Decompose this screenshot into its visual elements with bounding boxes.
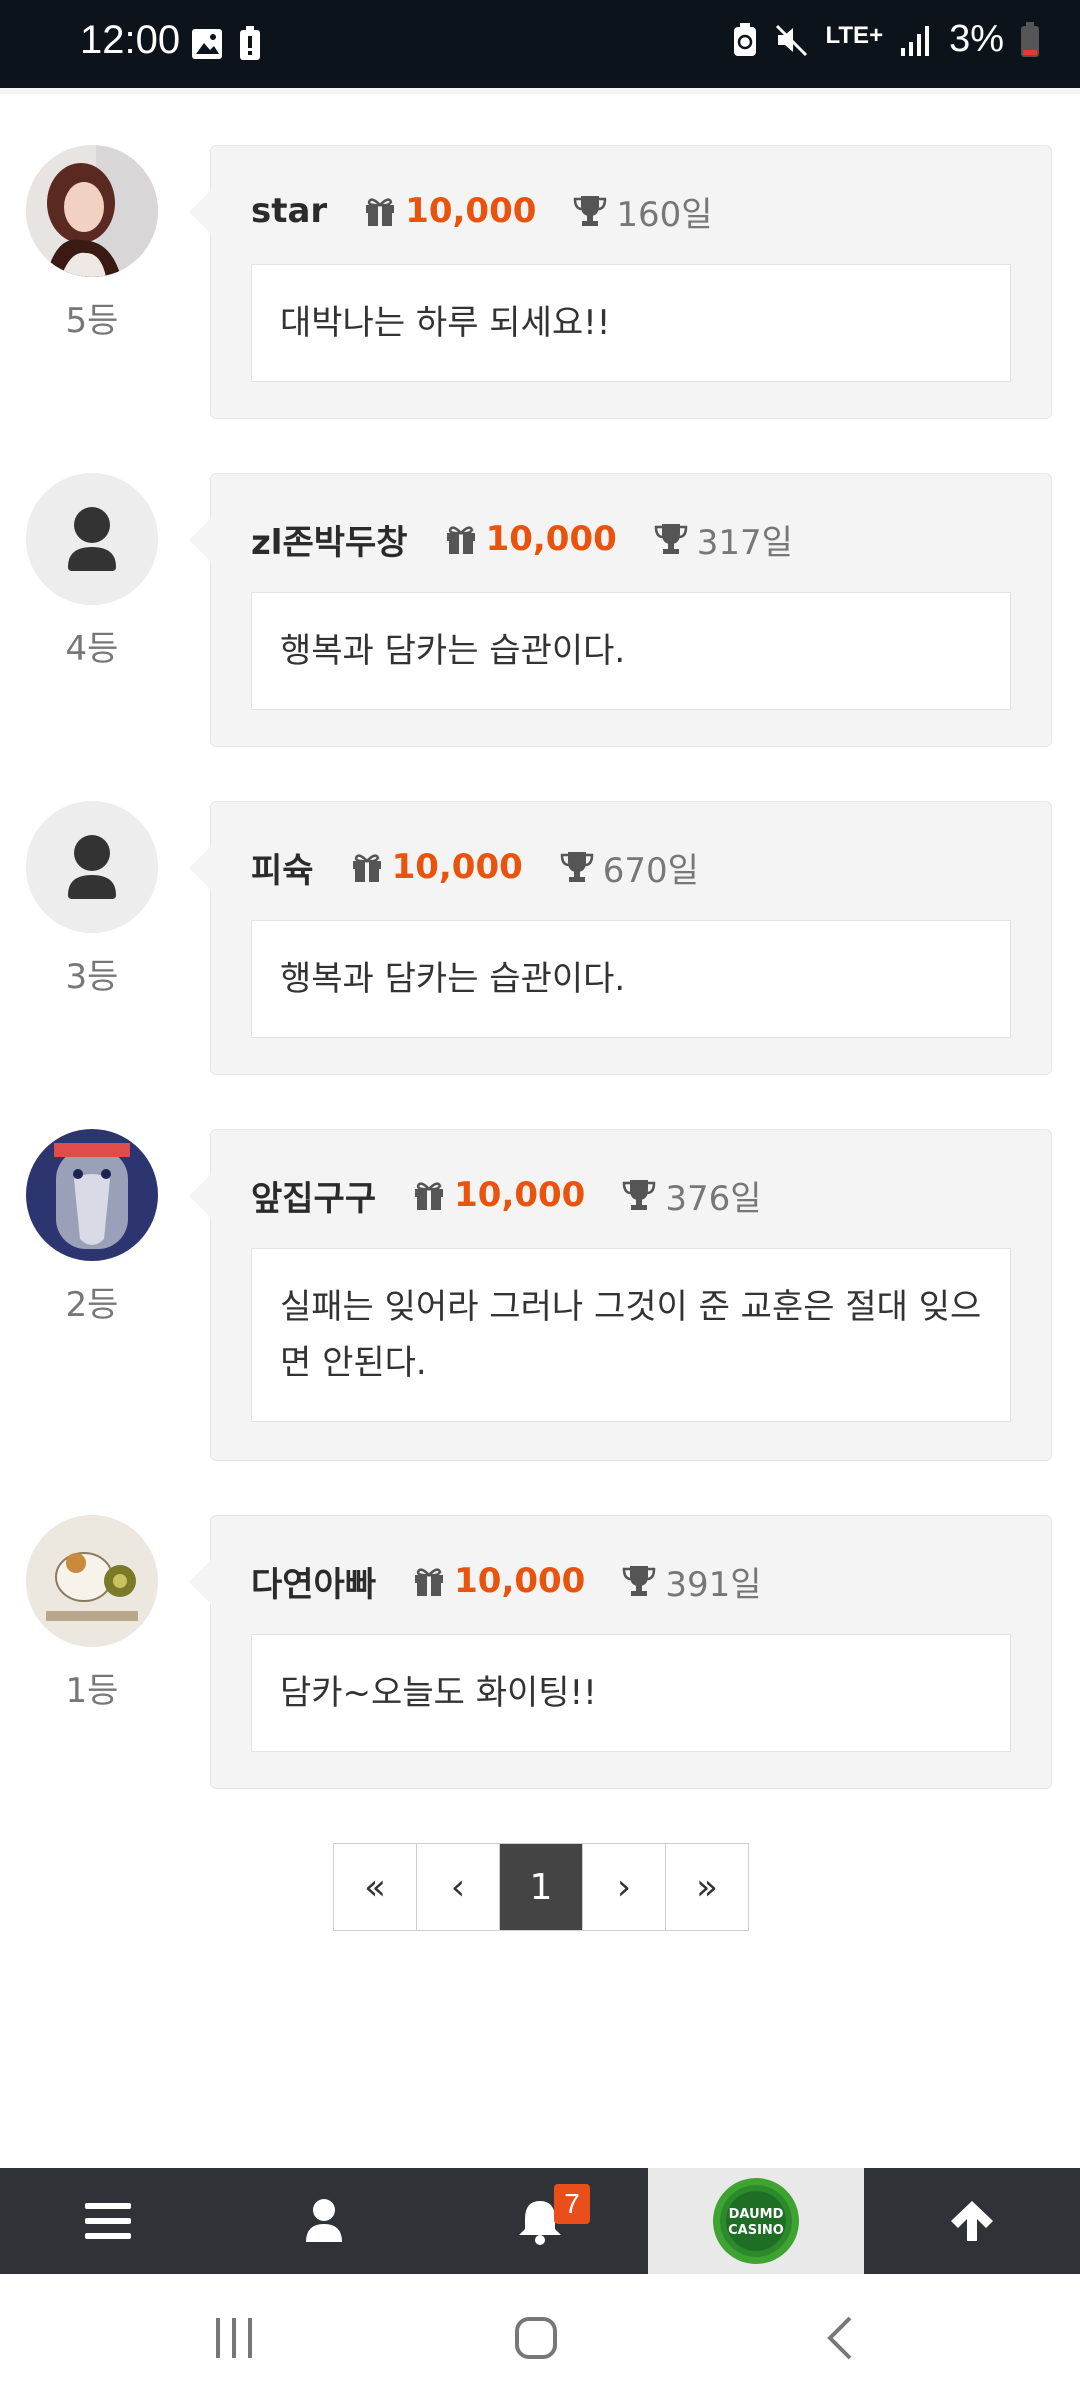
trophy-icon	[623, 1180, 656, 1210]
rank-label: 2등	[65, 1285, 119, 1325]
points-value: 10,000	[454, 1175, 586, 1215]
comment-bubble: star 10,000 160일 대박나는 하루 되세요!!	[189, 145, 1052, 419]
battery-icon	[1021, 21, 1039, 57]
comment-text: 행복과 담카는 습관이다.	[251, 920, 1011, 1038]
days-value: 376일	[665, 1178, 762, 1219]
signal-icon	[901, 25, 930, 56]
battery-alert-icon	[240, 26, 260, 60]
profile-button[interactable]	[216, 2168, 432, 2274]
next-page-button[interactable]: ›	[582, 1844, 665, 1930]
comment-text: 담카~오늘도 화이팅!!	[251, 1634, 1011, 1752]
scroll-top-button[interactable]	[864, 2168, 1080, 2274]
trophy-icon	[623, 1566, 656, 1596]
comment-text: 실패는 잊어라 그러나 그것이 준 교훈은 절대 잊으면 안된다.	[251, 1248, 1011, 1422]
rank-label: 3등	[65, 957, 119, 997]
trophy-icon	[654, 524, 688, 554]
gift-icon	[352, 854, 381, 882]
days-value: 160일	[616, 194, 713, 235]
days-value: 317일	[696, 522, 793, 563]
home-icon[interactable]	[514, 2316, 558, 2360]
last-page-button[interactable]: »	[665, 1844, 748, 1930]
days-value: 391일	[665, 1564, 762, 1605]
rank-label: 5등	[65, 301, 119, 341]
gift-icon	[415, 1182, 444, 1210]
avatar[interactable]	[26, 1129, 158, 1261]
comment-bubble: 앞집구구 10,000 376일 실패는 잊어라 그러나 그것이 준 교훈은 절…	[189, 1129, 1052, 1461]
back-icon[interactable]	[820, 2314, 860, 2362]
days-value: 670일	[602, 850, 699, 891]
author-name[interactable]: star	[251, 191, 327, 231]
author-name[interactable]: 앞집구구	[251, 1171, 376, 1220]
comment-bubble: 피슉 10,000 670일 행복과 담카는 습관이다.	[189, 801, 1052, 1075]
bottom-nav: 7 DAUMD CASINO	[0, 2168, 1080, 2274]
notification-badge: 7	[554, 2184, 590, 2224]
notifications-button[interactable]: 7	[432, 2168, 648, 2274]
points-value: 10,000	[454, 1561, 586, 1601]
mute-icon	[775, 24, 807, 56]
avatar[interactable]	[26, 1515, 158, 1647]
home-logo-button[interactable]: DAUMD CASINO	[648, 2168, 864, 2274]
battery-saver-icon	[733, 22, 756, 56]
author-name[interactable]: zl존박두창	[251, 515, 408, 564]
comment-text: 행복과 담카는 습관이다.	[251, 592, 1011, 710]
avatar[interactable]	[26, 145, 158, 277]
avatar[interactable]	[26, 473, 158, 605]
avatar[interactable]	[26, 801, 158, 933]
author-name[interactable]: 다연아빠	[251, 1557, 376, 1606]
trophy-icon	[560, 852, 594, 882]
comment-bubble: 다연아빠 10,000 391일 담카~오늘도 화이팅!!	[189, 1515, 1052, 1789]
current-page-button[interactable]: 1	[499, 1844, 582, 1930]
gallery-icon	[192, 29, 222, 59]
status-bar: 12:00 LTE+ 3%	[0, 0, 1080, 88]
status-time: 12:00	[80, 18, 181, 62]
user-icon	[26, 473, 158, 605]
pagination: « ‹ 1 › »	[333, 1843, 749, 1931]
author-name[interactable]: 피슉	[251, 843, 314, 892]
logo-text-bottom: CASINO	[728, 2223, 784, 2238]
gift-icon	[446, 526, 475, 554]
rank-label: 4등	[65, 629, 119, 669]
network-type: LTE+	[825, 21, 884, 49]
trophy-icon	[574, 196, 607, 226]
menu-button[interactable]	[0, 2168, 216, 2274]
points-value: 10,000	[485, 519, 617, 559]
points-value: 10,000	[405, 191, 537, 231]
recent-apps-icon[interactable]	[212, 2316, 256, 2360]
points-value: 10,000	[391, 847, 523, 887]
user-icon	[306, 2199, 342, 2242]
comment-bubble: zl존박두창 10,000 317일 행복과 담카는 습관이다.	[189, 473, 1052, 747]
gift-icon	[415, 1568, 444, 1596]
arrow-up-icon	[951, 2201, 993, 2241]
user-icon	[26, 801, 158, 933]
gift-icon	[366, 198, 395, 226]
logo-text-top: DAUMD	[729, 2207, 784, 2222]
menu-icon	[85, 2203, 131, 2239]
brand-logo: DAUMD CASINO	[713, 2178, 799, 2264]
rank-label: 1등	[65, 1671, 119, 1711]
system-nav-bar	[0, 2274, 1080, 2400]
battery-percent: 3%	[949, 18, 1004, 60]
prev-page-button[interactable]: ‹	[416, 1844, 499, 1930]
comment-text: 대박나는 하루 되세요!!	[251, 264, 1011, 382]
first-page-button[interactable]: «	[334, 1844, 416, 1930]
divider	[0, 88, 1080, 94]
